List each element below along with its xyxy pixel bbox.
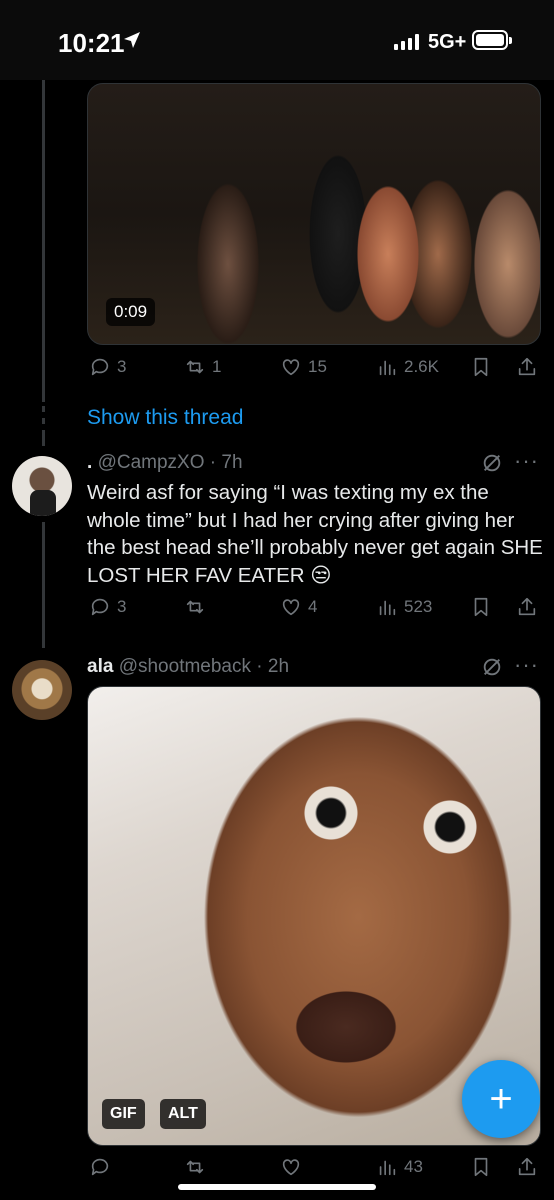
like-button[interactable]: [280, 1156, 308, 1178]
network-label: 5G+: [428, 31, 467, 53]
reply-icon: [91, 598, 109, 616]
show-thread-link[interactable]: Show this thread: [87, 406, 243, 430]
views-count: 43: [404, 1157, 423, 1176]
views-button[interactable]: 523: [376, 596, 432, 618]
more-options-icon[interactable]: ···: [514, 448, 539, 474]
thread-line: [42, 418, 45, 424]
reply-button[interactable]: 3: [89, 596, 126, 618]
reply-count: 3: [117, 357, 127, 376]
bookmark-button[interactable]: [470, 356, 492, 378]
video-player[interactable]: 0:09: [87, 83, 541, 345]
handle[interactable]: @CampzXO: [98, 452, 205, 473]
gif-badge: GIF: [102, 1099, 145, 1129]
bookmark-button[interactable]: [470, 1156, 492, 1178]
bookmark-button[interactable]: [470, 596, 492, 618]
views-count: 523: [404, 597, 433, 616]
thread-line: [42, 430, 45, 446]
repost-button[interactable]: [184, 596, 212, 618]
home-indicator[interactable]: [178, 1184, 376, 1190]
repost-icon: [186, 1160, 204, 1174]
timestamp: 2h: [267, 656, 290, 677]
reply-icon: [91, 358, 109, 376]
heart-icon: [282, 1159, 300, 1176]
tweet-actions: 43: [0, 1156, 554, 1186]
reply-button[interactable]: [89, 1156, 117, 1178]
display-name[interactable]: ala: [87, 656, 113, 677]
thread-line: [42, 522, 45, 648]
tweet-text: Weird asf for saying “I was texting my e…: [87, 481, 543, 587]
share-icon: [518, 1157, 536, 1176]
repost-count: 1: [212, 357, 222, 376]
reply-icon: [91, 1158, 109, 1176]
views-icon: [379, 600, 396, 616]
grok-icon[interactable]: [481, 452, 503, 474]
repost-icon: [186, 600, 204, 614]
like-button[interactable]: 4: [280, 596, 317, 618]
views-button[interactable]: 2.6K: [376, 356, 439, 378]
heart-icon: [282, 599, 300, 616]
tweet-actions: 3 4 523: [0, 596, 554, 626]
status-time: 10:21: [58, 28, 125, 58]
views-count: 2.6K: [404, 357, 439, 376]
bookmark-icon: [474, 597, 488, 617]
battery-icon: [472, 30, 512, 50]
status-bar: 10:21 5G+: [0, 0, 554, 80]
reply-count: 3: [117, 597, 127, 616]
views-icon: [379, 1160, 396, 1176]
reply-button[interactable]: 3: [89, 356, 126, 378]
handle[interactable]: @shootmeback: [119, 656, 251, 677]
thread-line: [42, 406, 45, 412]
display-name[interactable]: .: [87, 452, 92, 473]
location-arrow-icon: [124, 32, 140, 48]
like-count: 15: [308, 357, 327, 376]
repost-icon: [186, 360, 204, 374]
share-icon: [518, 357, 536, 376]
share-button[interactable]: [516, 356, 538, 378]
bookmark-icon: [474, 1157, 488, 1177]
tweet-header: ala @shootmeback · 2h: [87, 656, 290, 677]
video-duration: 0:09: [106, 298, 156, 326]
grok-icon[interactable]: [481, 656, 503, 678]
compose-button[interactable]: +: [462, 1060, 540, 1138]
repost-button[interactable]: 1: [184, 356, 221, 378]
signal-icon: [394, 34, 419, 50]
views-button[interactable]: 43: [376, 1156, 423, 1178]
repost-button[interactable]: [184, 1156, 212, 1178]
like-button[interactable]: 15: [280, 356, 327, 378]
more-options-icon[interactable]: ···: [514, 652, 539, 678]
share-button[interactable]: [516, 596, 538, 618]
thread-line: [42, 80, 45, 402]
tweet-actions: 3 1 15 2.6K: [0, 356, 554, 386]
like-count: 4: [308, 597, 318, 616]
avatar[interactable]: [12, 660, 72, 720]
views-icon: [379, 360, 396, 376]
timestamp: 7h: [221, 452, 243, 473]
tweet-header: . @CampzXO · 7h: [87, 452, 243, 473]
share-button[interactable]: [516, 1156, 538, 1178]
share-icon: [518, 597, 536, 616]
alt-badge[interactable]: ALT: [160, 1099, 206, 1129]
heart-icon: [282, 359, 300, 376]
avatar[interactable]: [12, 456, 72, 516]
bookmark-icon: [474, 357, 488, 377]
